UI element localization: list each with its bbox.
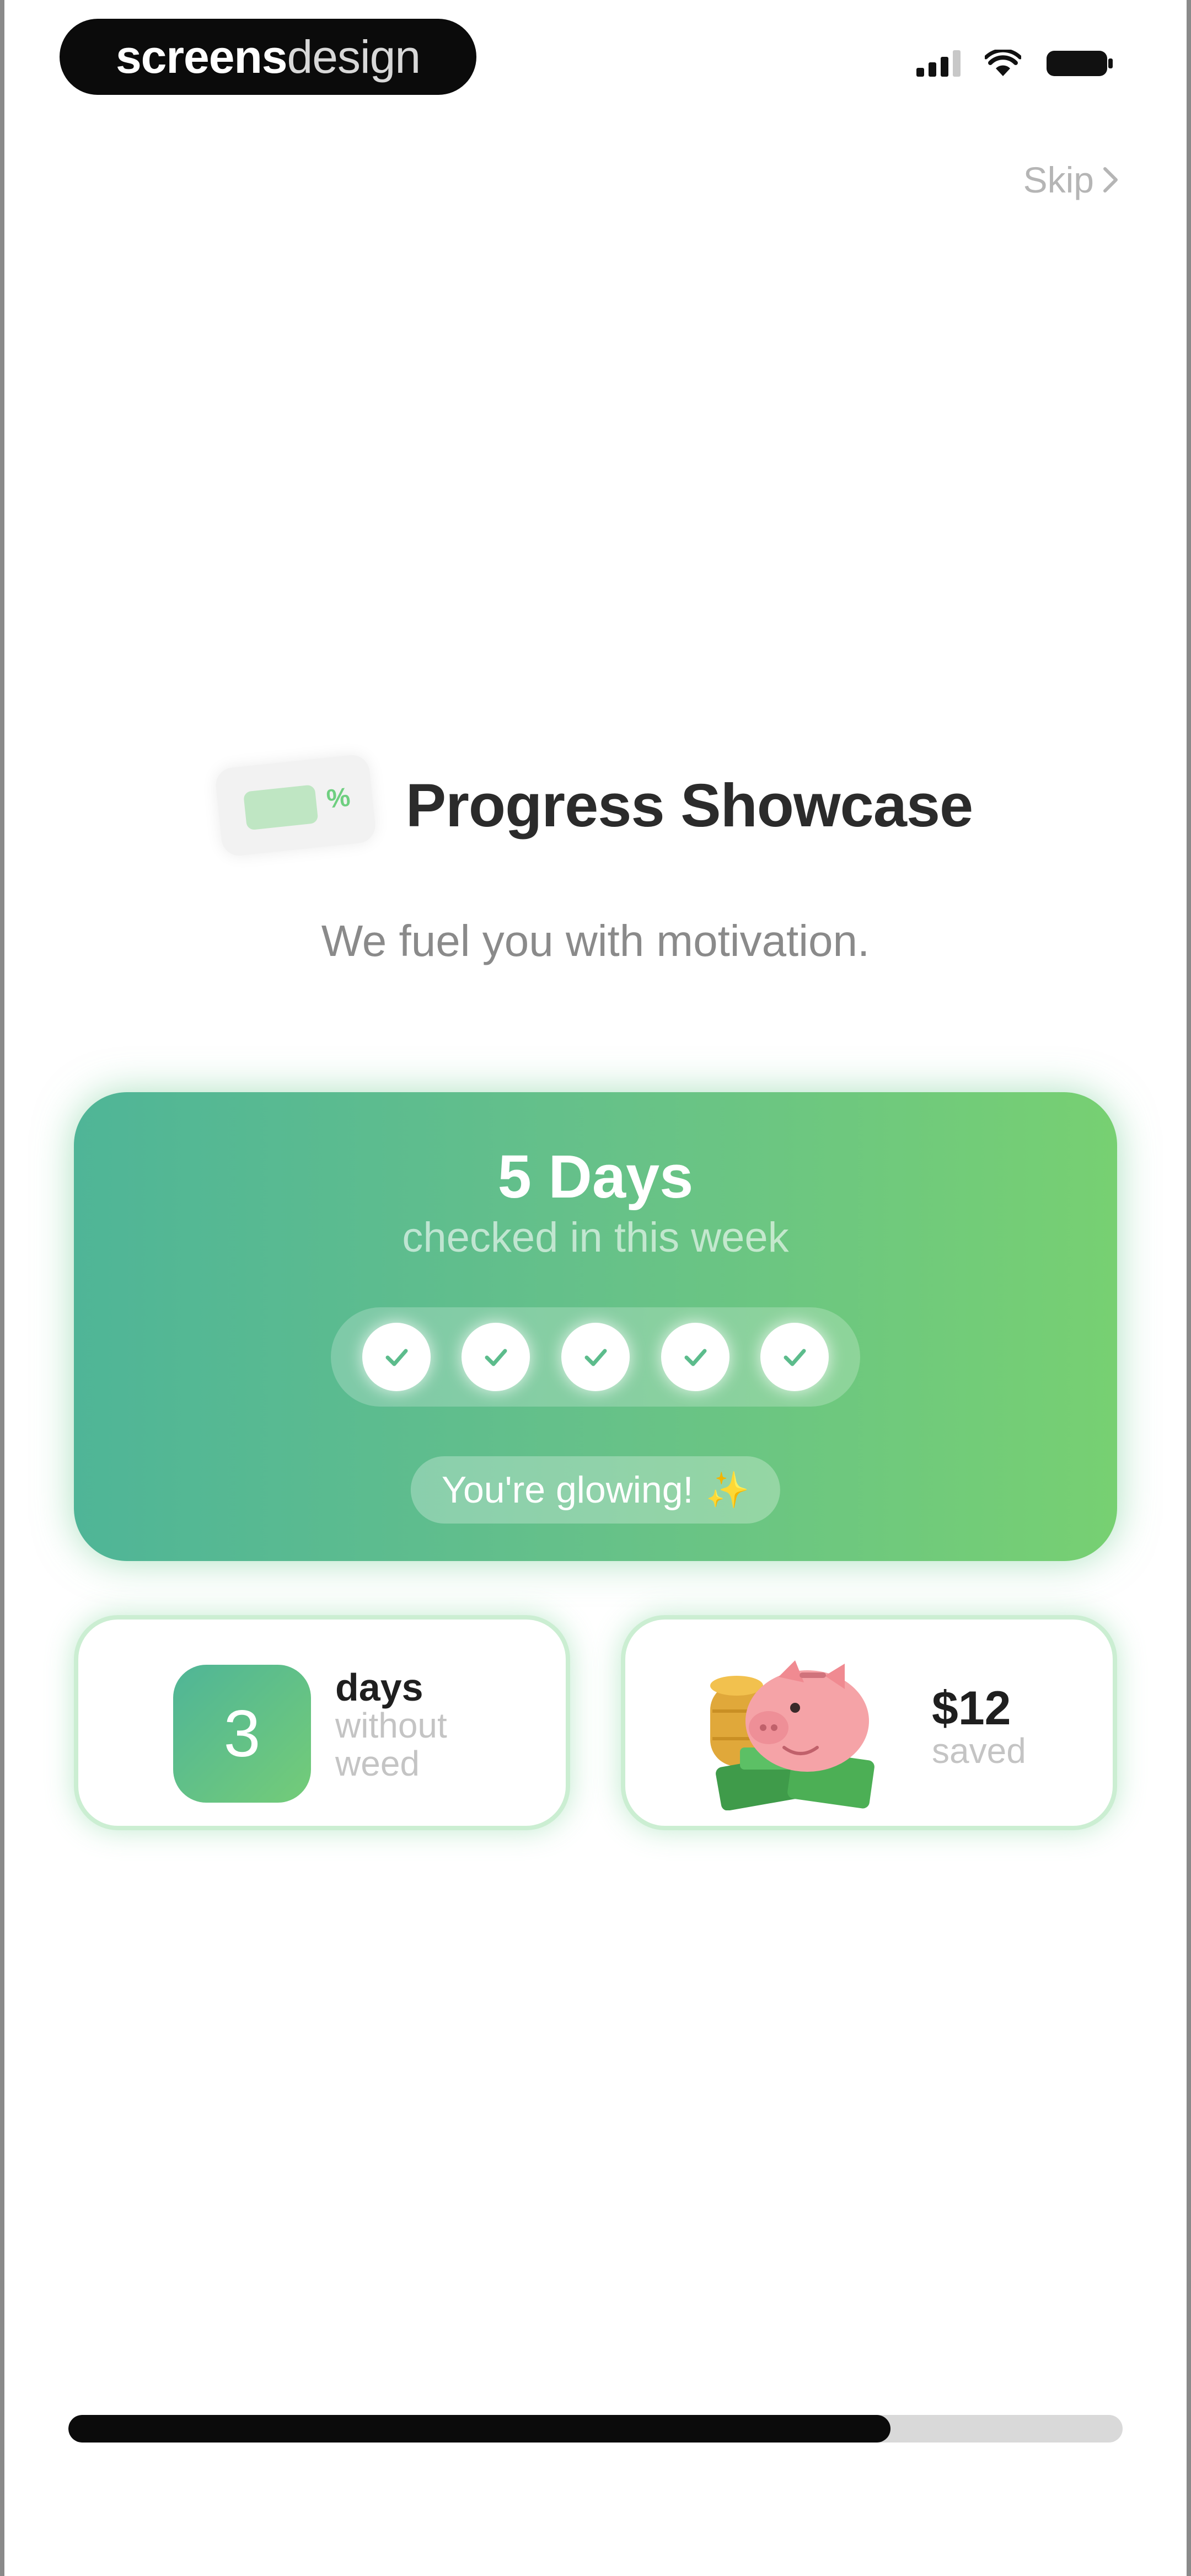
signal-icon [916, 50, 961, 77]
page-title: Progress Showcase [405, 771, 973, 840]
frame-edge-left [0, 0, 4, 2576]
streak-number: 3 [173, 1665, 311, 1803]
brand-part1: screens [115, 30, 288, 83]
status-icons [916, 49, 1114, 78]
header-row: % Progress Showcase [0, 753, 1191, 858]
onboarding-progress-fill [68, 2415, 891, 2443]
chevron-right-icon [1103, 167, 1118, 193]
frame-edge-right [1187, 0, 1191, 2576]
days-caption: checked in this week [402, 1214, 789, 1261]
ticket-icon: % [214, 753, 377, 858]
skip-button[interactable]: Skip [1023, 159, 1118, 201]
sparkle-icon: ✨ [705, 1469, 750, 1510]
page-subtitle: We fuel you with motivation. [321, 916, 870, 965]
check-icon [760, 1323, 829, 1391]
wifi-icon [985, 50, 1021, 77]
onboarding-progress-bar [68, 2415, 1123, 2443]
streak-text: days without weed [335, 1668, 447, 1783]
streak-label: days [335, 1666, 423, 1709]
savings-text: $12 saved [932, 1685, 1026, 1770]
progress-card: 5 Days checked in this week You're glowi… [74, 1092, 1117, 1561]
streak-card: 3 days without weed [74, 1615, 570, 1830]
streak-sub1: without [335, 1706, 447, 1745]
piggy-bank-icon [710, 1660, 875, 1810]
savings-label: saved [932, 1731, 1026, 1771]
battery-icon [1045, 49, 1114, 78]
check-row [331, 1307, 860, 1407]
savings-card: $12 saved [621, 1615, 1117, 1830]
check-icon [661, 1323, 729, 1391]
savings-amount: $12 [932, 1682, 1011, 1735]
check-icon [462, 1323, 530, 1391]
brand-pill: screens design [60, 19, 476, 95]
skip-label: Skip [1023, 159, 1094, 200]
check-icon [561, 1323, 630, 1391]
check-icon [362, 1323, 431, 1391]
streak-sub2: weed [335, 1744, 420, 1784]
ticket-icon-symbol: % [325, 782, 352, 814]
glowing-badge: You're glowing! ✨ [410, 1456, 781, 1524]
days-count: 5 Days [497, 1143, 694, 1211]
glowing-badge-text: You're glowing! [441, 1469, 694, 1511]
brand-part2: design [287, 30, 421, 83]
